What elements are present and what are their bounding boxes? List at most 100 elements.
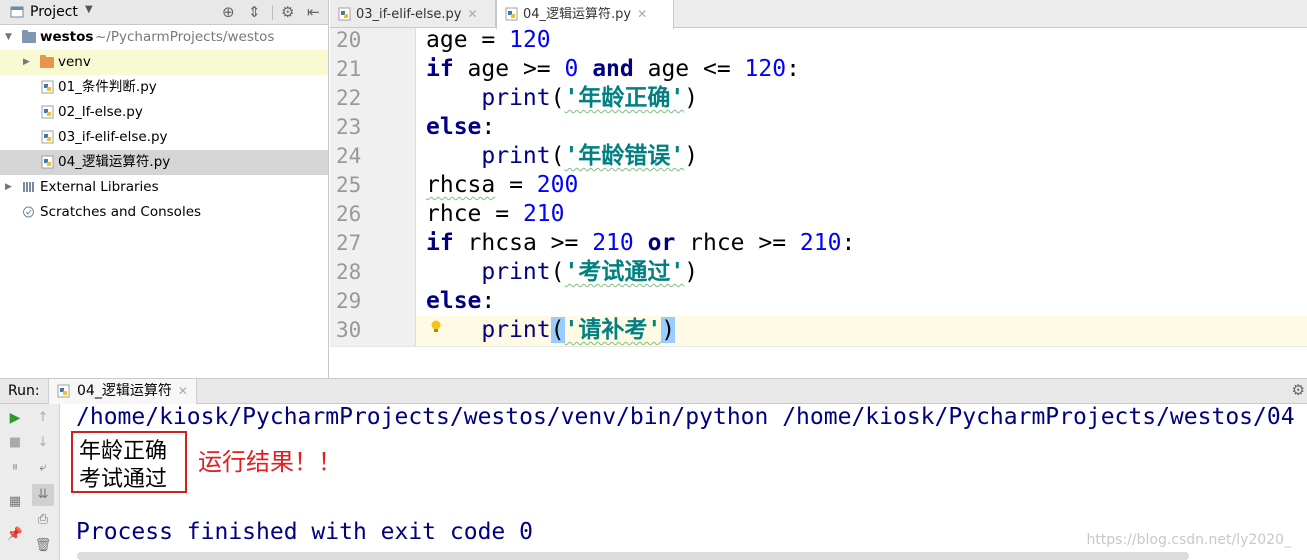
tree-item-label: venv bbox=[58, 54, 91, 70]
project-view-icon[interactable] bbox=[10, 5, 24, 19]
close-icon[interactable]: ✕ bbox=[637, 7, 647, 21]
tree-item-file[interactable]: 02_lf-else.py bbox=[0, 100, 328, 125]
scratches-icon bbox=[23, 206, 34, 218]
tree-item-label: External Libraries bbox=[40, 179, 159, 195]
tree-root-name: westos bbox=[40, 29, 94, 45]
tree-item-westos[interactable]: ▼ westos ~/PycharmProjects/westos bbox=[0, 25, 328, 50]
run-toolbar: ▶ ↑ ■ ↓ ⏸ ⤶ ▦ ⇊ ⎙ 📌 🗑 bbox=[0, 404, 60, 560]
identifier: rhce bbox=[426, 201, 482, 227]
annotation-text: 运行结果！！ bbox=[198, 448, 342, 476]
project-panel-header: Project ▼ ⊕ ⇕ ⚙ ⇤ bbox=[0, 0, 328, 25]
keyword: else bbox=[426, 114, 482, 140]
keyword: and bbox=[592, 56, 634, 82]
tab-label: 03_if-elif-else.py bbox=[356, 7, 462, 22]
collapse-all-icon[interactable]: ⇕ bbox=[248, 3, 261, 21]
keyword: else bbox=[426, 288, 482, 314]
close-icon[interactable]: ✕ bbox=[178, 384, 188, 398]
punctuation: : bbox=[841, 230, 856, 256]
chevron-down-icon[interactable]: ▼ bbox=[85, 4, 93, 15]
operator: = bbox=[481, 201, 523, 227]
up-arrow-icon[interactable]: ↑ bbox=[32, 407, 54, 429]
punctuation: ) bbox=[684, 143, 699, 169]
close-icon[interactable]: ✕ bbox=[467, 7, 477, 21]
tree-item-venv[interactable]: ▶ venv bbox=[0, 50, 328, 75]
layout-icon[interactable]: ▦ bbox=[4, 491, 26, 513]
console-command: /home/kiosk/PycharmProjects/westos/venv/… bbox=[76, 404, 1295, 430]
tab-04-logic-operators[interactable]: 04_逻辑运算符.py ✕ bbox=[496, 0, 674, 29]
tab-03-if-elif-else[interactable]: 03_if-elif-else.py ✕ bbox=[330, 0, 496, 28]
number-literal: 120 bbox=[744, 56, 787, 82]
down-arrow-icon[interactable]: ↓ bbox=[32, 432, 54, 454]
locate-icon[interactable]: ⊕ bbox=[222, 3, 235, 21]
code-line-21[interactable]: if age >= 0 and age <= 120: bbox=[416, 55, 1307, 84]
number-literal: 0 bbox=[564, 56, 579, 82]
lightbulb-icon[interactable] bbox=[430, 320, 442, 334]
code-line-20[interactable]: age = 120 bbox=[416, 26, 1307, 55]
pause-icon[interactable]: ⏸ bbox=[4, 457, 26, 479]
matched-paren: ) bbox=[661, 317, 676, 343]
editor-empty-area bbox=[330, 346, 1307, 378]
folder-icon bbox=[40, 55, 54, 68]
tree-item-file[interactable]: 01_条件判断.py bbox=[0, 75, 328, 100]
code-line-27[interactable]: if rhcsa >= 210 or rhce >= 210: bbox=[416, 229, 1307, 258]
punctuation: : bbox=[481, 114, 496, 140]
tree-item-label: 02_lf-else.py bbox=[58, 104, 143, 120]
console-exit-message: Process finished with exit code 0 bbox=[76, 519, 533, 545]
line-number: 26 bbox=[336, 202, 362, 226]
python-file-icon bbox=[505, 7, 518, 21]
hide-panel-icon[interactable]: ⇤ bbox=[307, 3, 320, 21]
tree-item-file[interactable]: 03_if-elif-else.py bbox=[0, 125, 328, 150]
number-literal: 120 bbox=[509, 27, 551, 53]
expand-arrow-icon[interactable]: ▶ bbox=[23, 50, 30, 75]
builtin-function: print bbox=[481, 317, 551, 343]
line-number: 30 bbox=[336, 318, 362, 342]
code-line-22[interactable]: print('年龄正确') bbox=[416, 84, 1307, 113]
line-number: 25 bbox=[336, 173, 362, 197]
run-icon[interactable]: ▶ bbox=[4, 407, 26, 429]
punctuation: ( bbox=[550, 143, 565, 169]
line-number: 29 bbox=[336, 289, 362, 313]
operator: = bbox=[467, 27, 510, 53]
library-icon bbox=[23, 182, 34, 192]
tree-item-external-libraries[interactable]: ▶ External Libraries bbox=[0, 175, 328, 200]
identifier: age bbox=[426, 27, 468, 53]
soft-wrap-icon[interactable]: ⤶ bbox=[32, 457, 54, 479]
python-file-icon bbox=[41, 105, 54, 119]
editor-tab-bar: 03_if-elif-else.py ✕ 04_逻辑运算符.py ✕ bbox=[330, 0, 1307, 29]
code-line-28[interactable]: print('考试通过') bbox=[416, 258, 1307, 287]
expand-arrow-icon[interactable]: ▶ bbox=[5, 175, 12, 200]
expand-arrow-icon[interactable]: ▼ bbox=[5, 25, 12, 50]
trash-icon[interactable]: 🗑 bbox=[32, 535, 54, 557]
output-highlight-box: 年龄正确 考试通过 bbox=[71, 431, 187, 493]
python-file-icon bbox=[41, 155, 54, 169]
print-icon[interactable]: ⎙ bbox=[32, 509, 54, 531]
pin-icon[interactable]: 📌 bbox=[4, 524, 26, 546]
code-line-29[interactable]: else: bbox=[416, 287, 1307, 316]
gear-icon[interactable]: ⚙ bbox=[281, 3, 294, 21]
tree-item-file-selected[interactable]: 04_逻辑运算符.py bbox=[0, 150, 328, 175]
code-line-26[interactable]: rhce = 210 bbox=[416, 200, 1307, 229]
code-line-24[interactable]: print('年龄错误') bbox=[416, 142, 1307, 171]
string-literal: '请补考' bbox=[564, 317, 662, 343]
code-line-23[interactable]: else: bbox=[416, 113, 1307, 142]
scroll-to-end-icon[interactable]: ⇊ bbox=[32, 484, 54, 506]
project-panel-title[interactable]: Project bbox=[30, 4, 78, 20]
expression: rhce >= bbox=[675, 230, 800, 256]
punctuation: ) bbox=[684, 85, 699, 111]
code-line-25[interactable]: rhcsa = 200 bbox=[416, 171, 1307, 200]
operator: = bbox=[495, 172, 537, 198]
number-literal: 210 bbox=[522, 201, 565, 227]
code-editor[interactable]: age = 120 if age >= 0 and age <= 120: pr… bbox=[416, 26, 1307, 346]
stop-icon[interactable]: ■ bbox=[4, 432, 26, 454]
run-tab[interactable]: 04_逻辑运算符 ✕ bbox=[48, 379, 197, 404]
run-console[interactable]: /home/kiosk/PycharmProjects/westos/venv/… bbox=[61, 404, 1307, 560]
editor-area: 03_if-elif-else.py ✕ 04_逻辑运算符.py ✕ 20 21 2… bbox=[330, 0, 1307, 378]
tree-item-scratches[interactable]: Scratches and Consoles bbox=[0, 200, 328, 225]
code-line-30-current[interactable]: print('请补考') bbox=[416, 316, 1307, 345]
punctuation: : bbox=[786, 56, 800, 82]
horizontal-scrollbar[interactable] bbox=[77, 552, 1189, 560]
builtin-function: print bbox=[481, 143, 551, 169]
gear-icon[interactable]: ⚙ bbox=[1292, 381, 1305, 399]
keyword: or bbox=[647, 230, 676, 256]
folder-icon bbox=[22, 30, 36, 43]
